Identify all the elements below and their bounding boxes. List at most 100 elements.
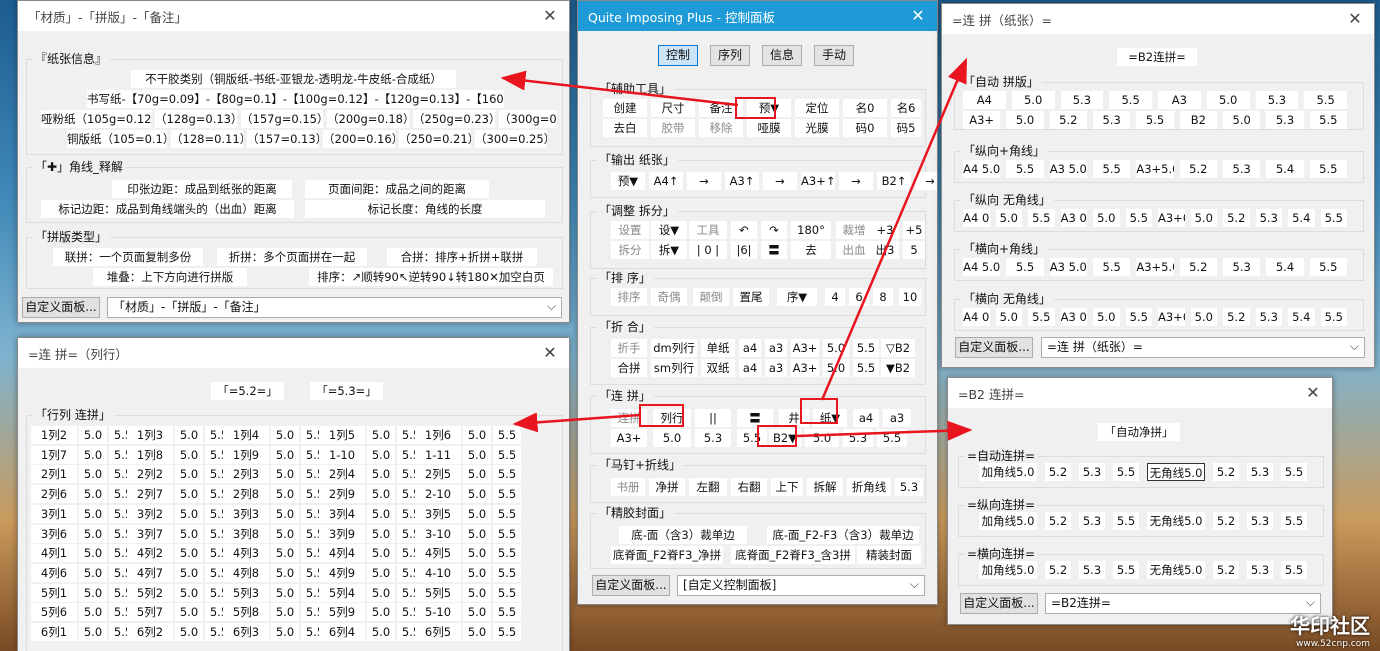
cell[interactable]: 1-10 <box>319 445 365 464</box>
cell[interactable]: 5.0 <box>271 465 299 484</box>
cell[interactable]: 5.3 <box>1093 111 1131 129</box>
cell[interactable]: 5.2 <box>1223 209 1250 227</box>
cell[interactable]: 5.5 <box>493 544 521 563</box>
cell[interactable]: 胶带 <box>651 119 695 137</box>
cell[interactable]: 5.5 <box>1093 160 1131 178</box>
cell[interactable]: 5.0 <box>175 445 203 464</box>
cell[interactable]: （300g=0.34） <box>499 110 557 128</box>
cell[interactable]: （200g=0.18） <box>327 110 409 128</box>
cell[interactable]: 4列4 <box>319 544 365 563</box>
tab-manual[interactable]: 手动 <box>814 45 854 66</box>
cell[interactable]: 5列2 <box>127 583 173 602</box>
cell[interactable]: 5.0 <box>271 603 299 622</box>
cell[interactable]: 预▼ <box>747 99 791 117</box>
cell[interactable]: 井 <box>779 409 809 427</box>
cell[interactable]: 5.3 <box>1079 463 1105 481</box>
panel-select[interactable]: [自定义控制面板] <box>677 575 925 596</box>
cell[interactable]: 5.5 <box>1309 111 1347 129</box>
cell[interactable]: 5.0 <box>367 524 395 543</box>
cell[interactable]: 序▼ <box>777 288 817 306</box>
cell[interactable]: 5.3 <box>1079 512 1105 530</box>
cell[interactable]: 4列8 <box>223 563 269 582</box>
cell[interactable]: 5.0 <box>463 504 491 523</box>
cell[interactable]: 2列2 <box>127 465 173 484</box>
cell[interactable]: 书册 <box>611 478 645 496</box>
cell[interactable]: （300=0.25） <box>475 130 547 148</box>
cell[interactable]: 1列9 <box>223 445 269 464</box>
cell[interactable]: 5.5 <box>493 465 521 484</box>
cell[interactable]: 4列1 <box>31 544 77 563</box>
cell[interactable]: 5.0 <box>79 504 107 523</box>
cell[interactable]: 4列5 <box>415 544 461 563</box>
cell[interactable]: 5.3 <box>1255 91 1299 109</box>
cell[interactable]: 5.0 <box>823 339 849 357</box>
cell[interactable]: 5.5 <box>493 563 521 582</box>
cell[interactable]: 2列4 <box>319 465 365 484</box>
cell[interactable]: → <box>915 172 937 190</box>
cell[interactable]: 5.0 <box>175 544 203 563</box>
cell[interactable]: 精装封面 <box>857 546 921 564</box>
cell[interactable]: 5.0 <box>463 465 491 484</box>
cell[interactable]: 5 <box>903 241 925 259</box>
cell[interactable]: 5.5 <box>1281 463 1307 481</box>
cell[interactable]: 净拼 <box>649 478 685 496</box>
cell[interactable]: A3 5.0 <box>1049 258 1087 276</box>
cell[interactable]: 5.5 <box>493 426 521 444</box>
cell[interactable]: A3+0 <box>1158 209 1185 227</box>
cell[interactable]: 底-面（含3）裁单边 <box>619 526 747 544</box>
tab-info[interactable]: 信息 <box>762 45 802 66</box>
cell[interactable]: 3列7 <box>127 524 173 543</box>
cell[interactable]: 设置 <box>611 221 649 239</box>
cell[interactable]: 3列5 <box>415 504 461 523</box>
close-icon[interactable]: ✕ <box>539 5 561 27</box>
cell[interactable]: ↶ <box>731 221 757 239</box>
cell[interactable]: 5.0 <box>79 485 107 504</box>
cell[interactable]: 尺寸 <box>651 99 695 117</box>
cell[interactable]: 备注 <box>699 99 743 117</box>
cell[interactable]: 5.0 <box>1006 111 1044 129</box>
cell[interactable]: 5.0 <box>463 623 491 641</box>
cell[interactable]: 1-11 <box>415 445 461 464</box>
cell[interactable]: 加角线5.0 <box>979 512 1037 530</box>
cell[interactable]: 6列3 <box>223 623 269 641</box>
panel-select[interactable]: =B2连拼= <box>1045 593 1321 614</box>
cell[interactable]: 4列3 <box>223 544 269 563</box>
cell[interactable]: 5.0 <box>1223 111 1261 129</box>
cell[interactable]: A4 5.0 <box>963 160 1001 178</box>
cell[interactable]: 3列6 <box>31 524 77 543</box>
cell[interactable]: 1列2 <box>31 426 77 444</box>
cell[interactable]: 哑膜 <box>747 119 791 137</box>
cell[interactable]: 5.2 <box>1223 308 1250 326</box>
cell[interactable]: 出血 <box>836 241 872 259</box>
tab-control[interactable]: 控制 <box>658 45 698 66</box>
cell[interactable]: A3 0 <box>1060 209 1087 227</box>
cell[interactable]: 5.5 <box>1113 561 1139 579</box>
cell[interactable]: 5.3 <box>1223 258 1261 276</box>
cell[interactable]: 2列6 <box>31 485 77 504</box>
cell[interactable]: 5.0 <box>1011 91 1055 109</box>
cell[interactable]: （128=0.11） <box>171 130 243 148</box>
cell[interactable]: 5.2 <box>1045 463 1071 481</box>
cell[interactable]: 5.0 <box>367 504 395 523</box>
cell[interactable]: （250g=0.23） <box>413 110 495 128</box>
cell[interactable]: 标记边距：成品到角线端头的（出血）距离 <box>41 200 294 218</box>
cell[interactable]: 5.3 <box>695 429 731 447</box>
cell[interactable]: A3+5.0 <box>1136 258 1174 276</box>
cell[interactable]: 无角线5.0 <box>1147 561 1205 579</box>
cell[interactable]: 底脊面_F2脊F3_净拼 <box>611 546 723 564</box>
cell[interactable]: a4 <box>739 359 761 377</box>
cell[interactable]: 5.0 <box>463 583 491 602</box>
cell[interactable]: 5.0 <box>79 524 107 543</box>
cell[interactable]: 5.0 <box>175 623 203 641</box>
cell[interactable]: 6列5 <box>415 623 461 641</box>
cell[interactable]: 5.0 <box>367 445 395 464</box>
cell[interactable]: （200=0.16） <box>323 130 395 148</box>
cell[interactable]: 3列8 <box>223 524 269 543</box>
cell[interactable]: 书写纸-【70g=0.09】-【80g=0.1】-【100g=0.12】-【12… <box>87 90 504 108</box>
cell[interactable]: 5.0 <box>653 429 691 447</box>
cell[interactable]: （157g=0.15） <box>241 110 323 128</box>
cell[interactable]: 1列7 <box>31 445 77 464</box>
cell[interactable]: B2▼ <box>769 429 801 447</box>
cell[interactable]: 5.5 <box>1125 209 1152 227</box>
cell[interactable]: 5.5 <box>1304 91 1347 109</box>
